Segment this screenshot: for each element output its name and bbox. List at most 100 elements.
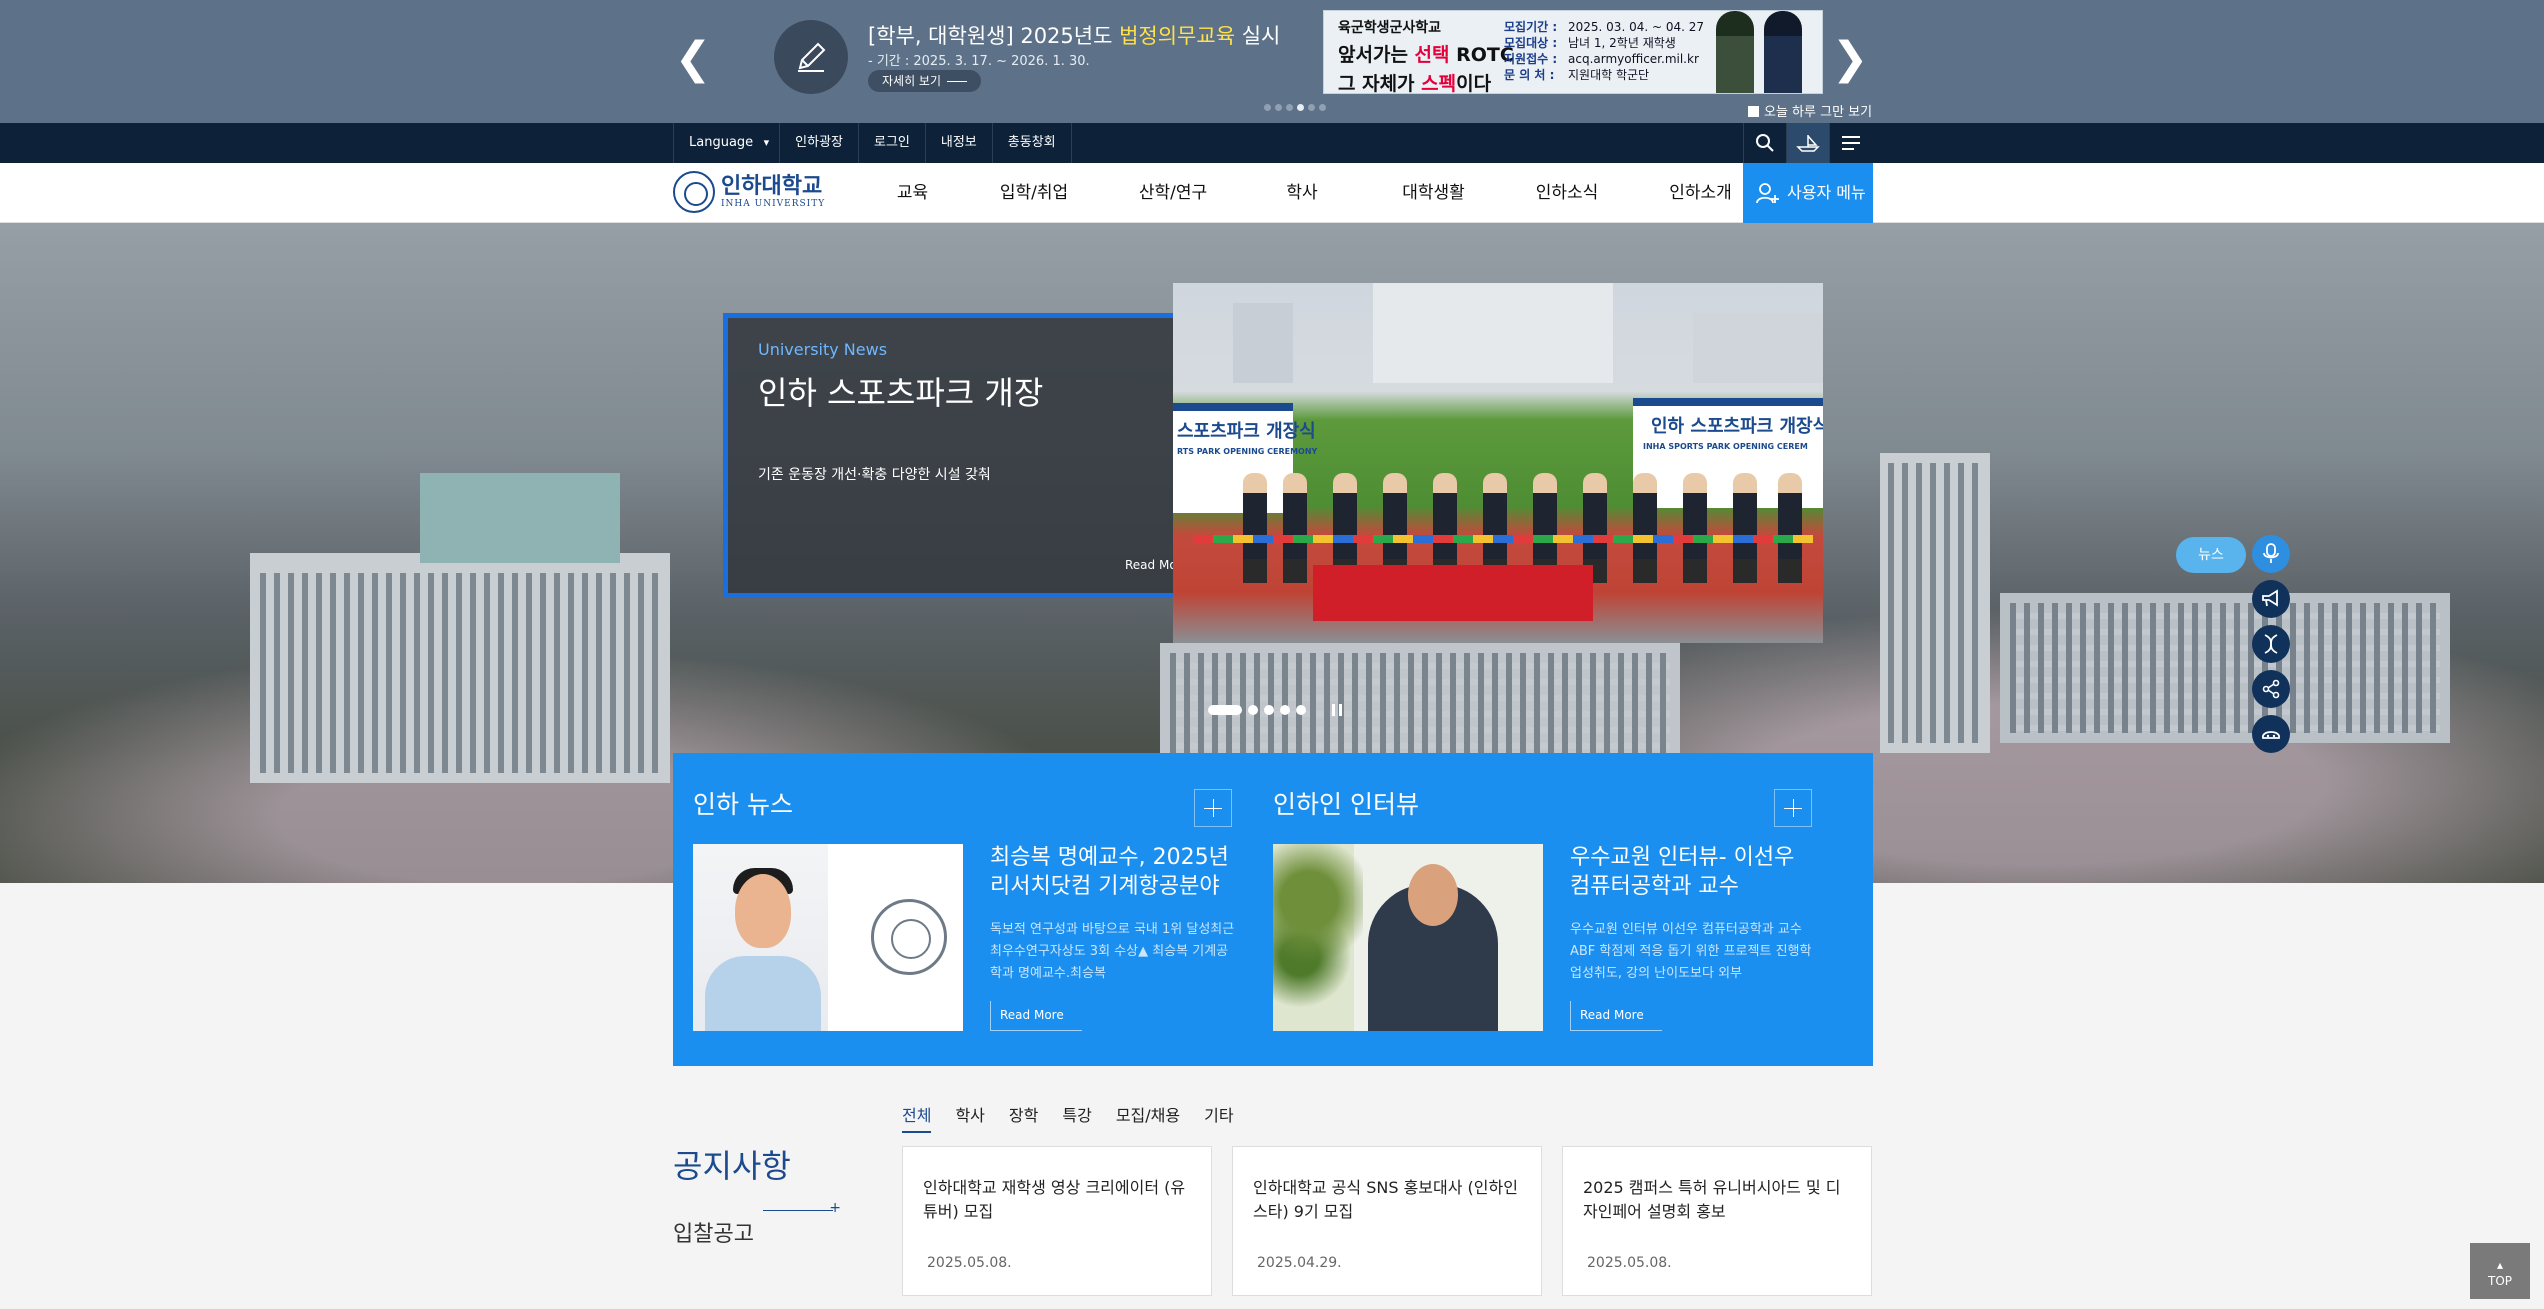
notice-card[interactable]: 인하대학교 공식 SNS 홍보대사 (인하인스타) 9기 모집 2025.04.…: [1232, 1146, 1542, 1296]
hero-photo[interactable]: 스포츠파크 개장식 RTS PARK OPENING CEREMONY 인하 스…: [1173, 283, 1823, 643]
notice-title[interactable]: 공지사항: [673, 1141, 791, 1187]
hero-subtitle: 기존 운동장 개선·확충 다양한 시설 갖춰: [758, 467, 991, 483]
photo-person: [1243, 473, 1267, 583]
more-plus-icon[interactable]: [1774, 789, 1812, 827]
util-link-alumni[interactable]: 총동창회: [991, 123, 1072, 163]
notice-section: 공지사항 입찰공고 전체 학사 장학 특강 모집/채용 기타 인하대학교 재학생…: [0, 1066, 2544, 1309]
tab-recruit[interactable]: 모집/채용: [1116, 1102, 1180, 1133]
tab-academic[interactable]: 학사: [955, 1102, 984, 1133]
notice-card-date: 2025.05.08.: [1587, 1255, 1672, 1271]
util-link-login[interactable]: 로그인: [858, 123, 925, 163]
caret-up-icon: ▴: [2496, 1258, 2504, 1272]
ad-org: 육군학생군사학교: [1338, 20, 1442, 36]
news-section: 인하 뉴스 최승복 명예교수, 2025년 리서치닷컴 기계항공분야 독보적 연…: [673, 753, 1873, 1066]
hero-dot[interactable]: [1264, 705, 1274, 715]
tab-etc[interactable]: 기타: [1204, 1102, 1233, 1133]
tab-scholarship[interactable]: 장학: [1009, 1102, 1038, 1133]
banner-dot[interactable]: [1286, 104, 1293, 111]
photo-building: [1373, 283, 1613, 383]
banner-dot-active[interactable]: [1297, 104, 1304, 111]
util-link-myinfo[interactable]: 내정보: [924, 123, 992, 163]
arrow-right-icon: [947, 81, 968, 82]
dna-icon[interactable]: [2252, 625, 2290, 663]
sitemap-ship-icon[interactable]: [1786, 123, 1829, 163]
gnb-menu: 교육 입학/취업 산학/연구 학사 대학생활 인하소식 인하소개: [860, 163, 1773, 223]
banner-more-button[interactable]: 자세히 보기: [868, 70, 982, 92]
notice-more-arrow-icon[interactable]: [763, 1199, 841, 1216]
photo-person: [1633, 473, 1657, 583]
pause-icon[interactable]: [1332, 704, 1342, 716]
nav-item-research[interactable]: 산학/연구: [1103, 163, 1243, 223]
quick-news-label[interactable]: 뉴스: [2176, 537, 2246, 573]
university-seal-icon: [673, 171, 715, 213]
red-carpet: [1313, 565, 1593, 621]
hero-dot[interactable]: [1280, 705, 1290, 715]
hero-dot-active[interactable]: [1208, 705, 1242, 715]
building-windows: [2010, 603, 2440, 733]
rotc-ad-banner[interactable]: 육군학생군사학교 앞서가는 선택 ROTC 그 자체가 스펙이다 모집기간 :2…: [1323, 10, 1823, 94]
ceremony-ribbon: [1193, 535, 1813, 543]
panel-title: 인하 뉴스: [693, 790, 793, 819]
top-popup-banner: ❮ [학부, 대학원생] 2025년도 법정의무교육 실시 - 기간 : 202…: [0, 0, 2544, 123]
news-description: 독보적 연구성과 바탕으로 국내 1위 달성최근 최우수연구자상도 3회 수상▲…: [990, 922, 1235, 981]
interview-headline[interactable]: 우수교원 인터뷰- 이선우 컴퓨터공학과 교수: [1570, 843, 1820, 901]
language-select[interactable]: Language: [673, 123, 779, 163]
all-menu-icon[interactable]: [1829, 123, 1872, 163]
logo-english: INHA UNIVERSITY: [721, 199, 826, 209]
hero-dot[interactable]: [1248, 705, 1258, 715]
hero-title[interactable]: 인하 스포츠파크 개장: [758, 368, 1043, 414]
bid-notice-link[interactable]: 입찰공고: [673, 1216, 754, 1248]
banner-prev-arrow-icon[interactable]: ❮: [673, 34, 713, 84]
hero-dot[interactable]: [1296, 705, 1306, 715]
hero-news-card[interactable]: University News 인하 스포츠파크 개장 기존 운동장 개선·확충…: [723, 313, 1227, 598]
photo-building: [1693, 313, 1823, 383]
banner-dot[interactable]: [1319, 104, 1326, 111]
nav-item-campus-life[interactable]: 대학생활: [1361, 163, 1506, 223]
banner-title[interactable]: [학부, 대학원생] 2025년도 법정의무교육 실시: [868, 20, 1280, 50]
banner-dot[interactable]: [1275, 104, 1282, 111]
nav-item-education[interactable]: 교육: [860, 163, 965, 223]
inha-interview-panel: 인하인 인터뷰 우수교원 인터뷰- 이선우 컴퓨터공학과 교수 우수교원 인터뷰…: [1253, 753, 1833, 1066]
microphone-icon[interactable]: [2252, 535, 2290, 573]
news-read-more-button[interactable]: Read More: [990, 1001, 1082, 1031]
nav-item-news[interactable]: 인하소식: [1506, 163, 1628, 223]
close-today-checkbox[interactable]: 오늘 하루 그만 보기: [1748, 101, 1872, 120]
search-icon[interactable]: [1743, 123, 1786, 163]
utility-links: Language 인하광장 로그인 내정보 총동창회: [673, 123, 1072, 163]
notice-card[interactable]: 인하대학교 재학생 영상 크리에이터 (유튜버) 모집 2025.05.08.: [902, 1146, 1212, 1296]
more-plus-icon[interactable]: [1194, 789, 1232, 827]
nav-item-admission[interactable]: 입학/취업: [965, 163, 1103, 223]
tab-all[interactable]: 전체: [902, 1102, 932, 1133]
megaphone-icon[interactable]: [2252, 580, 2290, 618]
interview-thumbnail[interactable]: [1273, 844, 1543, 1031]
photo-building: [1233, 303, 1293, 383]
notice-list: 인하대학교 재학생 영상 크리에이터 (유튜버) 모집 2025.05.08. …: [902, 1146, 1892, 1296]
scroll-top-button[interactable]: ▴ TOP: [2470, 1243, 2530, 1299]
chat-icon[interactable]: [2252, 715, 2290, 753]
tab-lecture[interactable]: 특강: [1062, 1102, 1091, 1133]
nav-item-academic[interactable]: 학사: [1243, 163, 1361, 223]
university-seal-icon: [871, 899, 947, 975]
news-headline[interactable]: 최승복 명예교수, 2025년 리서치닷컴 기계항공분야: [990, 843, 1240, 901]
news-thumbnail[interactable]: [693, 844, 963, 1031]
checkbox-icon[interactable]: [1748, 106, 1759, 117]
pencil-icon: [774, 20, 848, 94]
hero-pagination: [1208, 704, 1342, 716]
util-link-square[interactable]: 인하광장: [779, 123, 858, 163]
banner-dot[interactable]: [1264, 104, 1271, 111]
inha-logo[interactable]: 인하대학교 INHA UNIVERSITY: [673, 171, 825, 213]
interview-read-more-button[interactable]: Read More: [1570, 1001, 1662, 1031]
banner-next-arrow-icon[interactable]: ❯: [1830, 34, 1870, 84]
user-menu-button[interactable]: 사용자 메뉴: [1743, 163, 1873, 223]
main-navigation: 인하대학교 INHA UNIVERSITY 교육 입학/취업 산학/연구 학사 …: [0, 163, 2544, 223]
hero-category: University News: [758, 340, 888, 359]
banner-dot[interactable]: [1308, 104, 1315, 111]
banner-period: - 기간 : 2025. 3. 17. ~ 2026. 1. 30.: [868, 54, 1090, 69]
ad-info: 모집기간 :2025. 03. 04. ~ 04. 27 모집대상 : 남녀 1,…: [1504, 20, 1705, 82]
notice-card-title: 2025 캠퍼스 특허 유니버시아드 및 디자인페어 설명회 홍보: [1583, 1178, 1841, 1221]
share-icon[interactable]: [2252, 670, 2290, 708]
user-plus-icon: [1756, 182, 1779, 203]
notice-card-title: 인하대학교 공식 SNS 홍보대사 (인하인스타) 9기 모집: [1253, 1178, 1518, 1221]
interview-description: 우수교원 인터뷰 이선우 컴퓨터공학과 교수 ABF 학점제 적응 돕기 위한 …: [1570, 922, 1812, 981]
notice-card[interactable]: 2025 캠퍼스 특허 유니버시아드 및 디자인페어 설명회 홍보 2025.0…: [1562, 1146, 1872, 1296]
